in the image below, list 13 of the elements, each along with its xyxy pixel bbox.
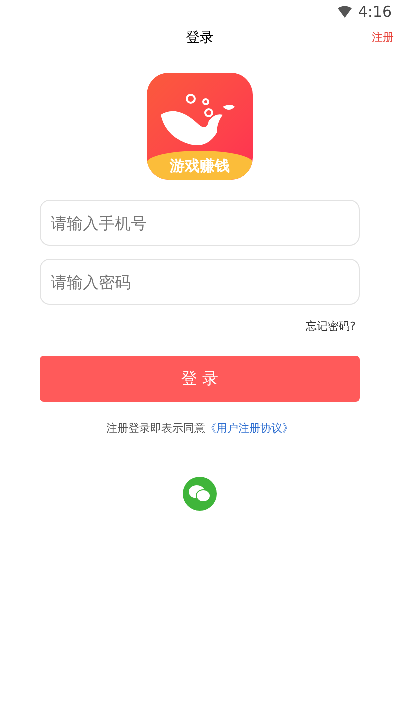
chat-bubbles-icon [189, 485, 211, 503]
input-field[interactable]: 请输入密码 [40, 259, 360, 305]
forgot-password-link[interactable]: 忘记密码? [306, 319, 356, 336]
logo-caption: 游戏赚钱 [147, 151, 253, 180]
input-field[interactable]: 请输入手机号 [40, 200, 360, 246]
page-title: 登录 [186, 28, 214, 48]
register-link[interactable]: 注册 [372, 30, 394, 46]
agreement-link[interactable]: 《用户注册协议》 [206, 422, 294, 434]
agreement-text: 注册登录即表示同意《用户注册协议》 [106, 420, 294, 436]
wifi-icon [338, 6, 352, 18]
status-time: 4:16 [358, 2, 392, 23]
login-button[interactable]: 登 录 [40, 356, 360, 402]
wechat-login-button[interactable] [183, 477, 217, 511]
